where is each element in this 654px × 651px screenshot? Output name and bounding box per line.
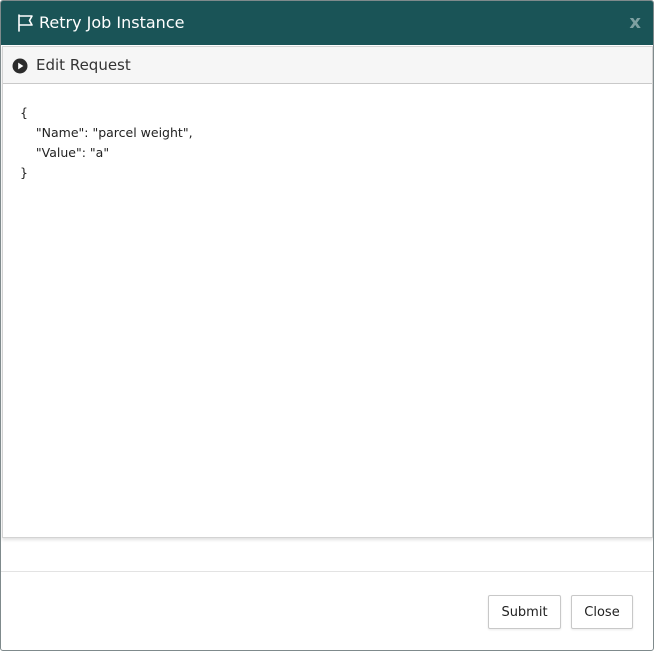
section-label: Edit Request: [36, 56, 131, 74]
dialog-titlebar: Retry Job Instance x: [1, 1, 653, 45]
submit-button[interactable]: Submit: [488, 595, 561, 629]
edit-request-panel: Edit Request { "Name": "parcel weight", …: [2, 46, 653, 538]
flag-icon: [18, 14, 33, 32]
dialog-title: Retry Job Instance: [39, 13, 185, 32]
play-circle-icon: [12, 58, 28, 74]
retry-job-dialog: Retry Job Instance x Edit Request { "Nam…: [0, 0, 654, 651]
close-button[interactable]: Close: [571, 595, 633, 629]
close-icon[interactable]: x: [629, 14, 641, 32]
request-json-editor[interactable]: { "Name": "parcel weight", "Value": "a" …: [3, 85, 652, 537]
edit-request-header[interactable]: Edit Request: [3, 47, 652, 84]
footer-divider: [1, 571, 653, 572]
